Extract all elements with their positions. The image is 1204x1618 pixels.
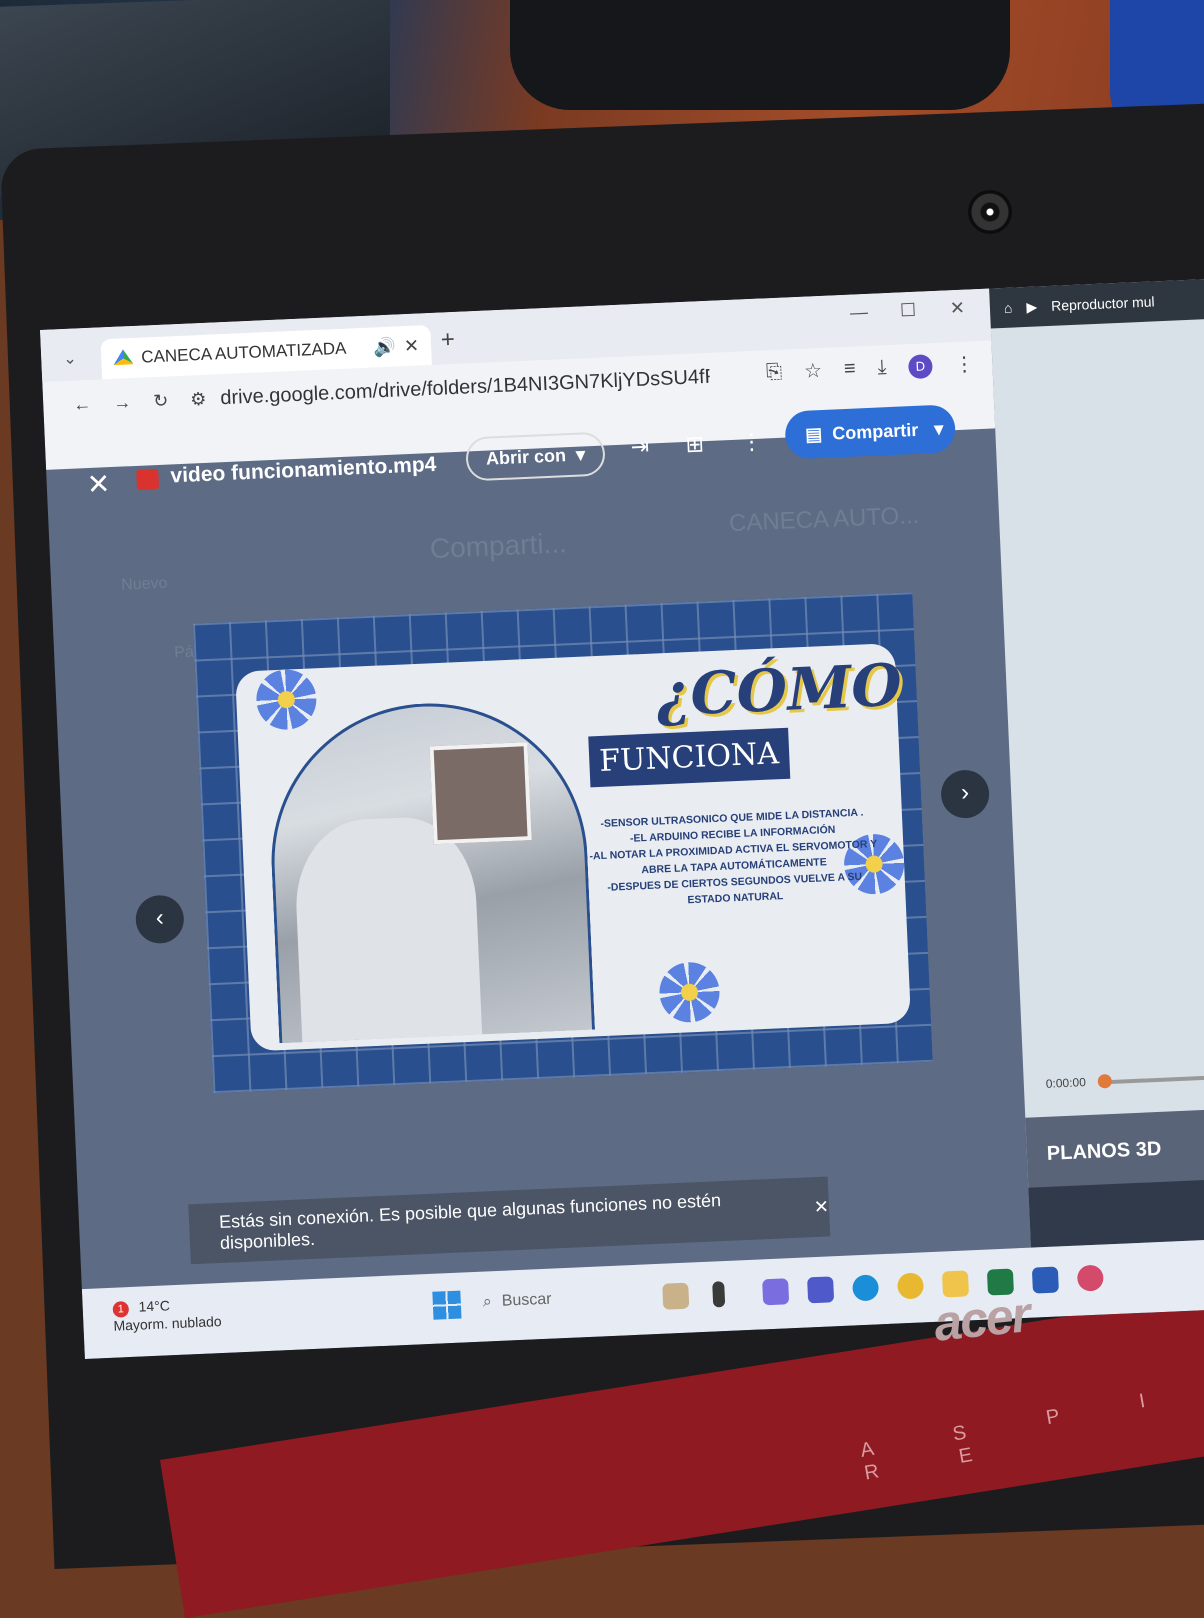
media-player-footer: PLANOS 3D (1025, 1106, 1204, 1248)
video-file-icon (136, 468, 160, 490)
slide-title-word: FUNCIONA (588, 727, 790, 788)
ghost-folder-title: CANECA AUTO... (728, 501, 920, 538)
ghost-new-button: Nuevo (120, 574, 168, 594)
media-player-logo-icon: ▶ (1026, 297, 1038, 315)
tab-search-chevron-icon[interactable]: ⌄ (63, 348, 77, 369)
background-chair (510, 0, 1010, 110)
media-player-window: ⌂ ▶ Reproductor mul 0:00:00 PLANOS 3D (989, 277, 1204, 1248)
profile-avatar[interactable]: D (907, 353, 933, 379)
webcam-icon (968, 190, 1012, 234)
weather-alert-badge: 1 (112, 1301, 130, 1318)
laptop-brand-logo: acer (931, 1286, 1032, 1352)
widgets-app-icon[interactable] (662, 1282, 690, 1310)
viewer-file-name: video funcionamiento.mp4 (169, 452, 437, 488)
minimize-icon[interactable]: — (850, 302, 869, 324)
reading-list-icon[interactable]: ≡ (843, 357, 856, 380)
slide-photo (264, 696, 596, 1044)
audio-playing-icon[interactable]: 🔊 (373, 336, 396, 358)
media-player-title: Reproductor mul (1050, 293, 1155, 314)
windows-start-icon[interactable] (432, 1290, 462, 1320)
share-caret-icon[interactable]: ▾ (934, 418, 944, 439)
photo-person (429, 742, 532, 845)
seek-bar[interactable] (1103, 1072, 1204, 1085)
google-drive-icon (113, 349, 134, 368)
taskbar-search[interactable]: ⌕ Buscar (482, 1291, 551, 1312)
open-with-button[interactable]: Abrir con ▾ (465, 431, 606, 482)
search-icon: ⌕ (482, 1293, 493, 1311)
more-options-icon[interactable]: ⋮ (740, 429, 763, 456)
taskbar-search-placeholder: Buscar (501, 1290, 552, 1310)
weather-widget[interactable]: 1 14°C Mayorm. nublado (112, 1295, 222, 1335)
menu-kebab-icon[interactable]: ⋮ (954, 351, 975, 377)
home-icon[interactable]: ⌂ (1004, 300, 1013, 316)
weather-description: Mayorm. nublado (113, 1313, 222, 1334)
media-title: PLANOS 3D (1046, 1137, 1162, 1165)
task-view-icon[interactable] (712, 1281, 726, 1308)
bookmark-star-icon[interactable]: ☆ (804, 358, 823, 384)
toast-close-icon[interactable]: ✕ (813, 1196, 829, 1218)
slide-title-question: ¿CÓMO (655, 650, 904, 730)
back-arrow-icon[interactable]: ← (73, 393, 92, 415)
forward-arrow-icon[interactable]: → (113, 392, 132, 414)
window-close-icon[interactable]: ✕ (949, 298, 965, 320)
site-settings-icon[interactable]: ⚙ (190, 388, 207, 410)
install-app-icon[interactable]: ⎘ (766, 361, 783, 385)
teams-icon[interactable] (807, 1276, 835, 1304)
slide-bullet-list: -SENSOR ULTRASONICO QUE MIDE LA DISTANCI… (582, 804, 886, 913)
word-icon[interactable] (1031, 1266, 1059, 1294)
previous-file-button[interactable]: ‹ (134, 894, 185, 945)
share-label: Compartir (831, 419, 919, 444)
add-shortcut-icon[interactable]: ⊞ (685, 431, 705, 458)
weather-temperature: 14°C (138, 1297, 171, 1315)
app-icon[interactable] (1076, 1264, 1104, 1292)
video-frame[interactable]: ¿CÓMO FUNCIONA -SENSOR ULTRASONICO QUE M… (192, 592, 933, 1094)
chrome-icon[interactable] (896, 1272, 925, 1300)
flower-icon (255, 668, 318, 731)
open-with-label: Abrir con (485, 444, 567, 469)
ghost-share-dialog: Comparti... (429, 527, 568, 565)
offline-message: Estás sin conexión. Es posible que algun… (218, 1190, 722, 1254)
move-to-folder-icon[interactable]: ⇥ (630, 434, 650, 461)
new-tab-button[interactable]: + (440, 326, 455, 355)
dropdown-caret-icon: ▾ (575, 443, 586, 465)
share-button[interactable]: ▤ Compartir ▾ (784, 404, 957, 460)
playback-time: 0:00:00 (1045, 1075, 1087, 1091)
maximize-icon[interactable]: ☐ (900, 300, 917, 322)
tab-title: CANECA AUTOMATIZADA (140, 338, 347, 367)
download-icon[interactable]: ⤓ (877, 356, 887, 379)
slide-card: ¿CÓMO FUNCIONA -SENSOR ULTRASONICO QUE M… (235, 643, 912, 1052)
tab-close-icon[interactable]: ✕ (403, 335, 419, 357)
photo-trash-bin (292, 814, 483, 1043)
flower-icon (658, 961, 721, 1024)
media-controls-strip (1028, 1176, 1204, 1248)
seek-handle[interactable] (1097, 1073, 1113, 1089)
reload-icon[interactable]: ↻ (153, 390, 169, 412)
laptop-screen: ⌄ CANECA AUTOMATIZADA 🔊 ✕ + — ☐ ✕ ← → ↻ … (40, 277, 1204, 1360)
next-file-button[interactable]: › (940, 769, 991, 820)
edge-icon[interactable] (852, 1274, 880, 1302)
share-people-icon: ▤ (804, 423, 823, 445)
offline-toast: Estás sin conexión. Es posible que algun… (188, 1176, 831, 1265)
viewer-close-icon[interactable]: ✕ (86, 467, 111, 501)
copilot-icon[interactable] (762, 1278, 790, 1306)
